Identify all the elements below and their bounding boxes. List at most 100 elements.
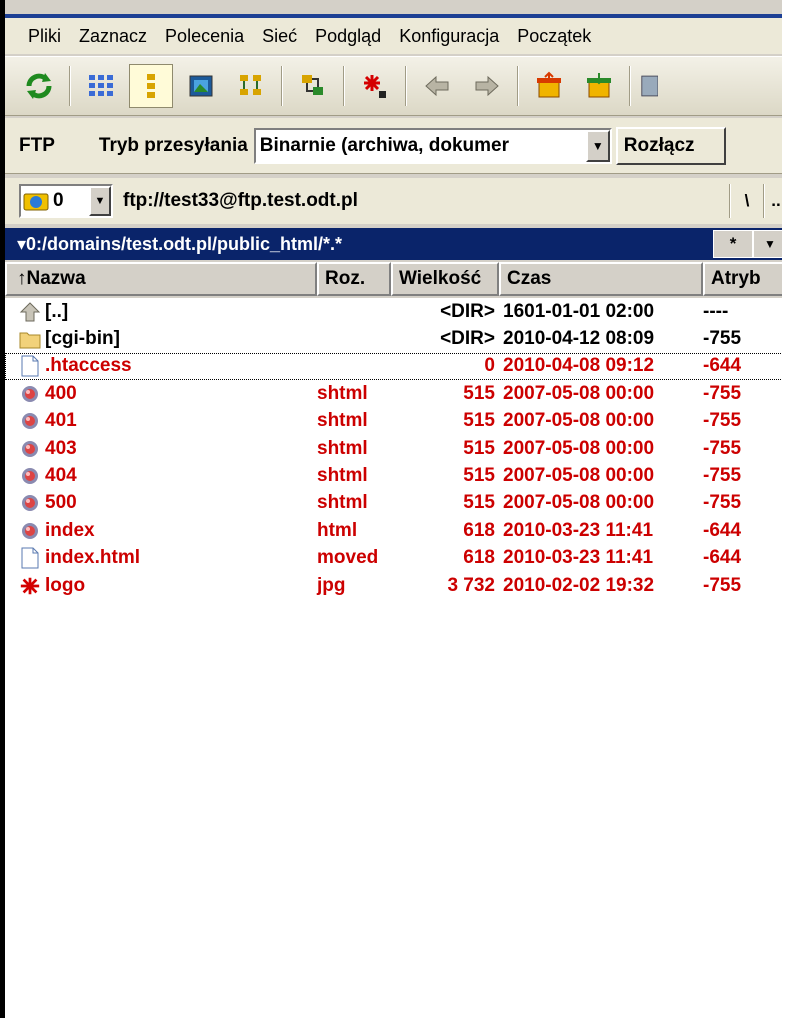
file-name-cell: 401	[5, 410, 317, 432]
disconnect-button[interactable]: Rozłącz	[615, 126, 726, 165]
filter-button[interactable]: *	[713, 230, 753, 258]
file-time: 2010-03-23 11:41	[503, 519, 654, 541]
refresh-button[interactable]	[17, 64, 61, 108]
file-name-cell: 400	[5, 383, 317, 405]
compare-dirs-button[interactable]	[291, 64, 335, 108]
pack-archive-icon	[537, 71, 561, 98]
menu-konfiguracja[interactable]: Konfiguracja	[390, 21, 508, 51]
column-header-attr[interactable]: Atryb	[703, 262, 787, 296]
file-row[interactable]: 400 shtml 515 2007-05-08 00:00 -755	[5, 380, 787, 407]
compare-dirs-icon	[302, 75, 323, 95]
file-size: 0	[484, 355, 495, 377]
column-header-ext[interactable]: Roz.	[317, 262, 391, 296]
back-button[interactable]	[415, 64, 459, 108]
tree-view-button[interactable]	[229, 64, 273, 108]
file-ext: shtml	[317, 382, 368, 404]
file-time: 2010-02-02 19:32	[503, 574, 655, 596]
image-file-icon	[19, 575, 41, 597]
chevron-down-icon[interactable]: ▼	[585, 129, 610, 162]
toolbar-separator	[517, 66, 519, 106]
pack-button[interactable]	[527, 64, 571, 108]
file-list: [..] <DIR> 1601-01-01 02:00 ---- [cgi-bin] <D…	[5, 298, 787, 1018]
html-file-icon	[19, 492, 41, 514]
file-name-cell: 403	[5, 438, 317, 460]
full-view-button[interactable]	[129, 64, 173, 108]
file-name-cell: logo	[5, 575, 317, 597]
select-group-icon	[364, 75, 386, 98]
file-attr: -755	[703, 574, 742, 596]
ftp-connect-button[interactable]	[639, 64, 659, 108]
menu-podglad[interactable]: Podgląd	[306, 21, 390, 51]
unpack-button[interactable]	[577, 64, 621, 108]
menu-zaznacz[interactable]: Zaznacz	[70, 21, 156, 51]
file-row[interactable]: 404 shtml 515 2007-05-08 00:00 -755	[5, 462, 787, 489]
file-time: 2007-05-08 00:00	[503, 410, 655, 432]
thumbnail-view-icon	[189, 75, 213, 97]
file-row[interactable]: index.html moved 618 2010-03-23 11:41 -644	[5, 545, 787, 572]
html-file-icon	[19, 383, 41, 405]
toolbar-separator	[343, 66, 345, 106]
path-row: 0 ▼ ftp://test33@ftp.test.odt.pl \ ..	[5, 178, 787, 224]
menu-poczatek[interactable]: Początek	[508, 21, 600, 51]
select-group-button[interactable]	[353, 64, 397, 108]
file-row[interactable]: .htaccess 0 2010-04-08 09:12 -644	[5, 352, 787, 381]
file-time: 2010-03-23 11:41	[503, 547, 654, 569]
forward-button[interactable]	[465, 64, 509, 108]
file-name-cell: .htaccess	[5, 355, 317, 377]
transfer-mode-label: Tryb przesyłania	[98, 134, 248, 156]
file-row[interactable]: index html 618 2010-03-23 11:41 -644	[5, 517, 787, 544]
network-drive-icon	[23, 193, 49, 211]
file-name: 404	[45, 465, 77, 487]
brief-view-button[interactable]	[79, 64, 123, 108]
thumbnail-view-button[interactable]	[179, 64, 223, 108]
file-name: index	[45, 519, 95, 541]
file-name: logo	[45, 574, 86, 596]
file-time: 2007-05-08 00:00	[503, 382, 655, 404]
root-dir-button[interactable]: \	[731, 184, 763, 218]
sort-arrow-up-icon: ↑	[17, 268, 27, 289]
window-edge	[782, 0, 787, 1018]
file-name: [cgi-bin]	[45, 328, 120, 350]
file-name: index.html	[45, 547, 141, 569]
file-attr: -755	[703, 437, 742, 459]
menu-bar: Pliki Zaznacz Polecenia Sieć Podgląd Kon…	[5, 14, 787, 54]
file-name-cell: [cgi-bin]	[5, 328, 317, 350]
toolbar-separator	[405, 66, 407, 106]
forward-arrow-icon	[475, 75, 499, 97]
current-path-bar[interactable]: ▾0:/domains/test.odt.pl/public_html/*.* …	[5, 228, 787, 260]
file-size: 515	[463, 492, 495, 514]
file-row[interactable]: 403 shtml 515 2007-05-08 00:00 -755	[5, 435, 787, 462]
column-header-name[interactable]: ↑Nazwa	[5, 262, 317, 296]
file-attr: -755	[703, 328, 742, 350]
file-ext: html	[317, 519, 358, 541]
column-header-size[interactable]: Wielkość	[391, 262, 499, 296]
column-header-time[interactable]: Czas	[499, 262, 703, 296]
menu-pliki[interactable]: Pliki	[19, 21, 70, 51]
file-ext: shtml	[317, 437, 368, 459]
drive-select[interactable]: 0 ▼	[19, 184, 113, 218]
folder-icon	[19, 328, 41, 350]
ftp-label: FTP	[19, 134, 55, 156]
ftp-connect-icon	[641, 75, 658, 97]
menu-siec[interactable]: Sieć	[253, 21, 306, 51]
file-time: 1601-01-01 02:00	[503, 300, 655, 322]
transfer-mode-select[interactable]: Binarnie (archiwa, dokumer ▼	[253, 127, 612, 164]
file-row[interactable]: logo jpg 3 732 2010-02-02 19:32 -755	[5, 572, 787, 599]
file-name-cell: 500	[5, 492, 317, 514]
menu-polecenia[interactable]: Polecenia	[156, 21, 253, 51]
file-row[interactable]: 500 shtml 515 2007-05-08 00:00 -755	[5, 490, 787, 517]
file-row[interactable]: [..] <DIR> 1601-01-01 02:00 ----	[5, 298, 787, 325]
file-size: 3 732	[447, 574, 495, 596]
file-row[interactable]: [cgi-bin] <DIR> 2010-04-12 08:09 -755	[5, 325, 787, 352]
chevron-down-icon[interactable]: ▼	[89, 186, 111, 216]
file-attr: -644	[703, 355, 742, 377]
toolbar-separator	[629, 66, 631, 106]
html-file-icon	[19, 520, 41, 542]
file-name: 403	[45, 437, 77, 459]
ftp-url: ftp://test33@ftp.test.odt.pl	[123, 190, 358, 211]
file-ext: jpg	[317, 574, 346, 596]
file-name-cell: [..]	[5, 301, 317, 323]
file-row[interactable]: 401 shtml 515 2007-05-08 00:00 -755	[5, 408, 787, 435]
file-name-cell: 404	[5, 465, 317, 487]
file-name: [..]	[45, 300, 69, 322]
